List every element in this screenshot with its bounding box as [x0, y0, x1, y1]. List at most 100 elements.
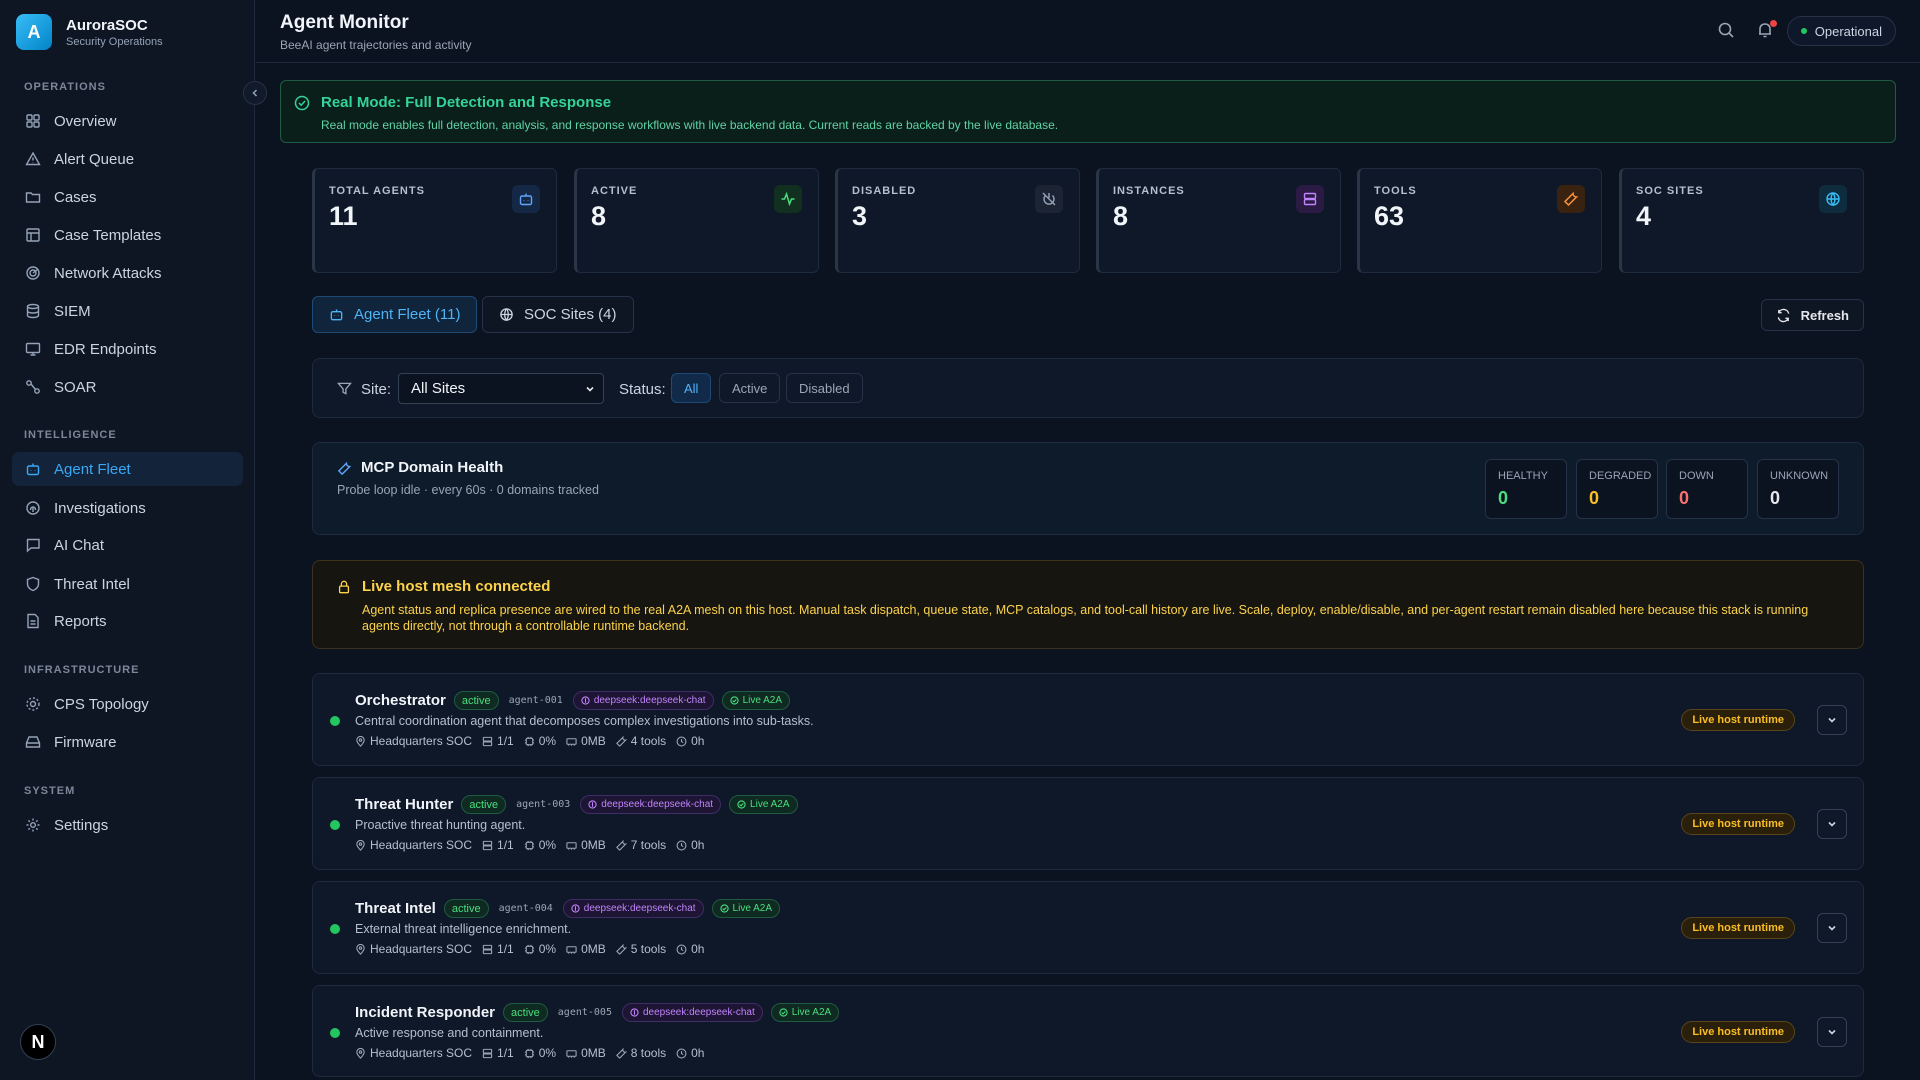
expand-button[interactable] — [1817, 705, 1847, 735]
system-status-badge[interactable]: Operational — [1786, 16, 1896, 46]
tab-agent-fleet[interactable]: Agent Fleet (11) — [312, 296, 478, 333]
map-pin-icon — [356, 735, 365, 747]
gear-icon — [26, 818, 40, 832]
sidebar-item-investigations[interactable]: Investigations — [12, 491, 243, 525]
mcp-box-label: DOWN — [1679, 470, 1714, 482]
server-icon — [482, 840, 493, 850]
chevron-down-icon — [586, 386, 594, 392]
tab-label: SOC Sites (4) — [524, 306, 617, 323]
sidebar-collapse-button[interactable] — [243, 81, 267, 105]
brand[interactable]: A AuroraSOC Security Operations — [16, 14, 163, 50]
cpu-icon — [524, 736, 534, 746]
server-icon — [482, 944, 493, 954]
mesh-text: Agent status and replica presence are wi… — [362, 603, 1809, 633]
check-circle-icon — [719, 904, 729, 913]
chevron-left-icon — [252, 89, 258, 97]
workflow-icon — [26, 380, 40, 394]
agent-cpu: 0% — [538, 838, 557, 852]
check-circle-icon — [779, 1008, 788, 1017]
sidebar-item-agent-fleet[interactable]: Agent Fleet — [12, 452, 243, 486]
stat-label: TOOLS — [1374, 185, 1417, 197]
message-icon — [26, 538, 40, 553]
layout-icon — [26, 114, 40, 128]
agent-memory: 0MB — [581, 734, 606, 748]
wrench-icon — [615, 943, 627, 955]
agent-a2a-badge: Live A2A — [729, 795, 798, 814]
sidebar-item-soar[interactable]: SOAR — [12, 370, 243, 404]
stat-value: 8 — [1113, 201, 1129, 231]
mcp-degraded-box: DEGRADED 0 — [1576, 459, 1658, 519]
sidebar-item-reports[interactable]: Reports — [12, 604, 243, 638]
agent-cpu: 0% — [538, 1046, 557, 1060]
agent-card-incident-responder[interactable]: Incident Responder active agent-005 deep… — [312, 985, 1864, 1077]
mcp-box-label: DEGRADED — [1589, 470, 1652, 482]
agent-model: deepseek:deepseek-chat — [601, 799, 714, 810]
expand-button[interactable] — [1817, 1017, 1847, 1047]
refresh-button[interactable]: Refresh — [1760, 299, 1864, 331]
sidebar-item-alert-queue[interactable]: Alert Queue — [12, 142, 243, 176]
agent-status-badge: active — [443, 899, 489, 918]
agent-model: deepseek:deepseek-chat — [583, 903, 696, 914]
sidebar-item-cps-topology[interactable]: CPS Topology — [12, 687, 243, 721]
sidebar-item-label: Cases — [54, 188, 97, 206]
notification-dot — [1770, 20, 1777, 27]
agent-replicas: 1/1 — [497, 942, 514, 956]
status-chip-disabled[interactable]: Disabled — [786, 373, 863, 403]
mcp-box-value: 0 — [1589, 488, 1600, 508]
stat-value: 11 — [329, 201, 358, 231]
status-filter-label: Status: — [619, 381, 666, 398]
agent-description: Central coordination agent that decompos… — [355, 714, 814, 728]
chevron-down-icon — [1828, 821, 1836, 827]
footer-badge[interactable]: N — [20, 1024, 56, 1060]
real-mode-banner: Real Mode: Full Detection and Response R… — [280, 80, 1896, 143]
sidebar-item-ai-chat[interactable]: AI Chat — [12, 528, 243, 562]
agent-name: Threat Intel — [355, 900, 436, 917]
brand-logo: A — [16, 14, 52, 50]
sidebar-item-cases[interactable]: Cases — [12, 180, 243, 214]
agent-runtime-badge: Live host runtime — [1681, 917, 1795, 939]
status-chip-active[interactable]: Active — [719, 373, 781, 403]
sidebar-item-label: Settings — [54, 816, 109, 834]
expand-button[interactable] — [1817, 809, 1847, 839]
search-button[interactable] — [1717, 21, 1737, 41]
agent-card-threat-hunter[interactable]: Threat Hunter active agent-003 deepseek:… — [312, 777, 1864, 870]
agent-a2a-label: Live A2A — [732, 903, 773, 914]
sidebar-item-threat-intel[interactable]: Threat Intel — [12, 567, 243, 601]
agent-id: agent-005 — [557, 1007, 612, 1018]
agent-card-orchestrator[interactable]: Orchestrator active agent-001 deepseek:d… — [312, 673, 1864, 766]
sidebar-item-network-attacks[interactable]: Network Attacks — [12, 256, 243, 290]
agent-cpu: 0% — [538, 942, 557, 956]
clock-icon — [676, 944, 687, 954]
sidebar-item-settings[interactable]: Settings — [12, 808, 243, 842]
agent-a2a-badge: Live A2A — [721, 691, 791, 710]
sidebar-item-edr-endpoints[interactable]: EDR Endpoints — [12, 332, 243, 366]
notifications-button[interactable] — [1756, 20, 1777, 41]
agent-tools: 8 tools — [630, 1046, 667, 1060]
cpu-icon — [588, 800, 597, 809]
wrench-icon — [1557, 185, 1585, 213]
sidebar-item-overview[interactable]: Overview — [12, 104, 243, 138]
expand-button[interactable] — [1817, 913, 1847, 943]
agent-status-badge: active — [503, 1003, 548, 1022]
site-select[interactable]: All Sites — [398, 373, 604, 404]
tab-soc-sites[interactable]: SOC Sites (4) — [482, 296, 634, 333]
wrench-icon — [615, 735, 627, 747]
map-pin-icon — [356, 1047, 365, 1059]
agent-card-threat-intel[interactable]: Threat Intel active agent-004 deepseek:d… — [312, 881, 1864, 974]
memory-icon — [566, 737, 577, 746]
sidebar-item-label: SIEM — [54, 302, 91, 320]
sidebar-item-label: SOAR — [54, 378, 97, 396]
cpu-icon — [524, 1048, 534, 1058]
sidebar-item-case-templates[interactable]: Case Templates — [12, 218, 243, 252]
agent-replicas: 1/1 — [497, 1046, 514, 1060]
sidebar-item-label: Alert Queue — [54, 150, 135, 168]
agent-replicas: 1/1 — [497, 734, 514, 748]
status-chip-all[interactable]: All — [671, 373, 712, 403]
sidebar-item-firmware[interactable]: Firmware — [12, 725, 243, 759]
clock-icon — [676, 736, 687, 746]
cpu-icon — [524, 840, 534, 850]
cpu-icon — [524, 944, 534, 954]
system-status-label: Operational — [1814, 23, 1882, 39]
wrench-icon — [615, 839, 627, 851]
sidebar-item-siem[interactable]: SIEM — [12, 294, 243, 328]
